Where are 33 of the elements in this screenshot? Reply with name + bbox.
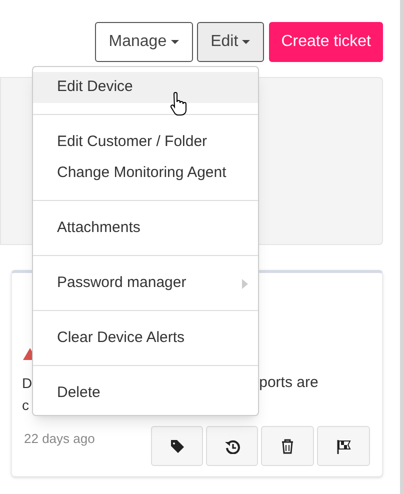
menu-item[interactable]: Change Monitoring Agent [33, 158, 258, 189]
menu-item-label: Delete [57, 383, 100, 404]
menu-item[interactable]: Edit Customer / Folder [33, 127, 258, 158]
menu-item-label: Attachments [57, 218, 140, 238]
caret-icon [242, 40, 250, 44]
menu-item[interactable]: Delete [33, 378, 258, 409]
create-button[interactable]: Create ticket [269, 22, 383, 62]
menu-item[interactable]: Edit Device [33, 72, 258, 103]
action-button[interactable] [206, 426, 258, 466]
menu-item[interactable]: Attachments [33, 213, 258, 244]
menu-item[interactable]: Clear Device Alerts [33, 323, 258, 354]
action-button[interactable] [261, 426, 314, 466]
message-text: ports are [259, 373, 318, 393]
dropdown-button[interactable]: Edit [196, 22, 264, 62]
dropdown-button[interactable]: Manage [94, 22, 193, 62]
timestamp: 22 days ago [23, 430, 96, 448]
caret-icon [170, 40, 179, 44]
trash-icon [280, 438, 296, 454]
message-text: c [22, 396, 29, 415]
menu-item-label: Edit Device [57, 77, 133, 98]
menu-item-label: Change Monitoring Agent [57, 163, 226, 184]
action-button[interactable] [317, 426, 370, 466]
scrollbar[interactable] [400, 0, 404, 494]
flag-icon [336, 438, 352, 454]
menu-item-label: Password manager [57, 273, 186, 294]
history-icon [224, 438, 240, 454]
tag-icon [170, 438, 185, 454]
action-button[interactable] [150, 426, 204, 466]
menu-item-label: Edit Customer / Folder [57, 132, 208, 152]
message-text: D [22, 374, 32, 393]
menu-item[interactable]: Password manager [33, 268, 258, 299]
menu-item-label: Clear Device Alerts [57, 328, 185, 348]
hand-cursor-icon [169, 92, 187, 116]
